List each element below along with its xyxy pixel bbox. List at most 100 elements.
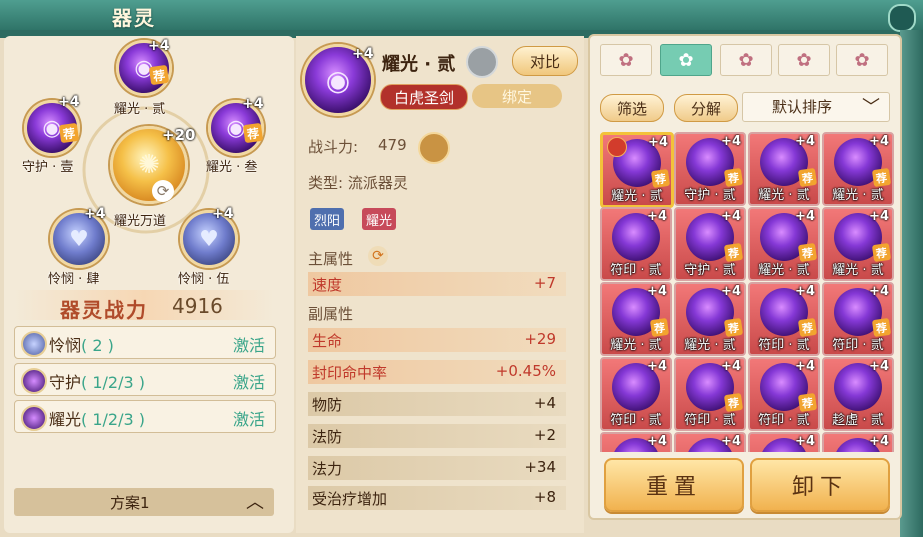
slot-bottom-right-plus: +4: [212, 206, 234, 222]
set-count: ( 2 ): [81, 336, 114, 355]
inventory-item[interactable]: +4 荐守护 · 贰: [674, 132, 746, 206]
item-plus: +4: [721, 284, 741, 299]
tab-filter-5[interactable]: ✿: [836, 44, 888, 76]
right-border: [900, 30, 923, 537]
attr-name: 法力: [312, 460, 343, 478]
recommend-badge: 荐: [58, 122, 80, 144]
inventory-item[interactable]: +4 荐符印 · 贰: [748, 282, 820, 356]
attr-value: +34: [524, 458, 556, 476]
combat-power-label: 战斗力:: [308, 138, 359, 156]
filter-button[interactable]: 筛选: [600, 94, 664, 122]
set-row-radiance[interactable]: 耀光( 1/2/3 ) 激活: [14, 400, 276, 433]
inventory-item[interactable]: +4 荐耀光 · 贰: [822, 132, 894, 206]
attr-value: +8: [533, 488, 556, 506]
inventory-item[interactable]: +4 荐耀光 · 贰: [748, 132, 820, 206]
window-title: 器灵: [112, 6, 156, 30]
set-name-text: 守护: [49, 373, 82, 392]
bound-tag: 绑定: [472, 84, 562, 108]
attr-row: 受治疗增加 +8: [308, 486, 566, 510]
refresh-icon[interactable]: ⟳: [368, 246, 388, 266]
item-plus: +4: [869, 134, 889, 149]
inventory-item[interactable]: +4 趁虚 · 贰: [822, 357, 894, 431]
inventory-item[interactable]: +4 荐耀光 · 贰: [600, 132, 674, 208]
slot-right-label: 耀光 · 叁: [206, 160, 258, 175]
swap-icon[interactable]: ⟳: [152, 180, 174, 202]
item-plus: +4: [647, 434, 667, 449]
attr-value: +29: [524, 330, 556, 348]
tab-filter-3[interactable]: ✿: [720, 44, 772, 76]
attr-row: 速度 +7: [308, 272, 566, 296]
decompose-button[interactable]: 分解: [674, 94, 738, 122]
inventory-item[interactable]: +4 荐耀光 · 贰: [748, 207, 820, 281]
scheme-label: 方案1: [110, 494, 150, 512]
set-row-pity[interactable]: 怜悯( 2 ) 激活: [14, 326, 276, 359]
combat-power-value: 479: [378, 136, 407, 154]
school-chip: 烈阳: [310, 208, 345, 230]
attr-row: 法力 +34: [308, 456, 566, 480]
lock-icon[interactable]: [466, 46, 498, 78]
item-name: 符印 · 贰: [684, 413, 736, 428]
item-plus: +4: [721, 434, 741, 449]
type-text: 类型: 流派器灵: [308, 174, 408, 192]
detail-name: 耀光 · 贰: [382, 54, 456, 75]
reset-button[interactable]: 重置: [604, 458, 744, 512]
equipped-flag-icon: [607, 137, 627, 157]
recommend-badge: 荐: [148, 64, 170, 86]
inventory-item[interactable]: +4 符印 · 贰: [600, 357, 672, 431]
tab-filter-2[interactable]: ✿: [660, 44, 712, 76]
set-row-guard[interactable]: 守护( 1/2/3 ) 激活: [14, 363, 276, 396]
attr-value: +0.45%: [495, 362, 556, 380]
attr-row: 物防 +4: [308, 392, 566, 416]
activate-link[interactable]: 激活: [233, 406, 265, 430]
power-label: 器灵战力: [60, 298, 148, 322]
sub-attr-label: 副属性: [308, 305, 354, 323]
attr-row: 封印命中率 +0.45%: [308, 360, 566, 384]
trash-icon[interactable]: [418, 132, 450, 164]
set-name: 怜悯( 2 ): [49, 332, 114, 356]
item-plus: +4: [648, 135, 668, 150]
inventory-grid: +4 荐耀光 · 贰 +4 荐守护 · 贰 +4 荐耀光 · 贰 +4 荐耀光 · 贰 +4 符印…: [598, 132, 894, 452]
inventory-item[interactable]: +4: [748, 432, 820, 452]
item-name: 趁虚 · 贰: [832, 413, 884, 428]
inventory-item[interactable]: +4: [822, 432, 894, 452]
inventory-item[interactable]: +4 荐耀光 · 贰: [600, 282, 672, 356]
item-name: 符印 · 贰: [832, 338, 884, 353]
heart-icon: [21, 331, 47, 357]
inventory-item[interactable]: +4 符印 · 贰: [600, 207, 672, 281]
compare-button[interactable]: 对比: [512, 46, 578, 76]
inventory-item[interactable]: +4 荐耀光 · 贰: [674, 282, 746, 356]
item-plus: +4: [869, 284, 889, 299]
item-plus: +4: [869, 434, 889, 449]
inventory-item[interactable]: +4 荐耀光 · 贰: [822, 207, 894, 281]
tab-filter-1[interactable]: ✿: [600, 44, 652, 76]
attr-name: 生命: [312, 332, 343, 350]
item-name: 守护 · 贰: [684, 188, 736, 203]
main-attr-label: 主属性: [308, 250, 354, 268]
inventory-item[interactable]: +4: [674, 432, 746, 452]
detail-plus: +4: [352, 46, 374, 62]
set-chip: 耀光: [362, 208, 397, 230]
attr-value: +4: [533, 394, 556, 412]
item-plus: +4: [721, 209, 741, 224]
inventory-item[interactable]: +4 荐守护 · 贰: [674, 207, 746, 281]
inventory-item[interactable]: +4 荐符印 · 贰: [674, 357, 746, 431]
attr-row: 法防 +2: [308, 424, 566, 448]
inventory-item[interactable]: +4: [600, 432, 672, 452]
unload-button[interactable]: 卸下: [750, 458, 890, 512]
set-count: ( 1/2/3 ): [81, 410, 145, 429]
item-plus: +4: [795, 209, 815, 224]
slot-bottom-left-label: 怜悯 · 肆: [48, 272, 100, 287]
activate-link[interactable]: 激活: [233, 332, 265, 356]
activate-link[interactable]: 激活: [233, 369, 265, 393]
close-button[interactable]: [888, 4, 916, 32]
inventory-item[interactable]: +4 荐符印 · 贰: [822, 282, 894, 356]
attr-row: 生命 +29: [308, 328, 566, 352]
slot-bottom-right-label: 怜悯 · 伍: [178, 272, 230, 287]
item-name: 耀光 · 贰: [611, 189, 663, 204]
chevron-down-icon[interactable]: ﹀: [862, 93, 880, 119]
attr-name: 法防: [312, 428, 343, 446]
inventory-item[interactable]: +4 荐符印 · 贰: [748, 357, 820, 431]
chevron-up-icon[interactable]: ︿: [246, 488, 264, 514]
item-plus: +4: [795, 284, 815, 299]
tab-filter-4[interactable]: ✿: [778, 44, 830, 76]
